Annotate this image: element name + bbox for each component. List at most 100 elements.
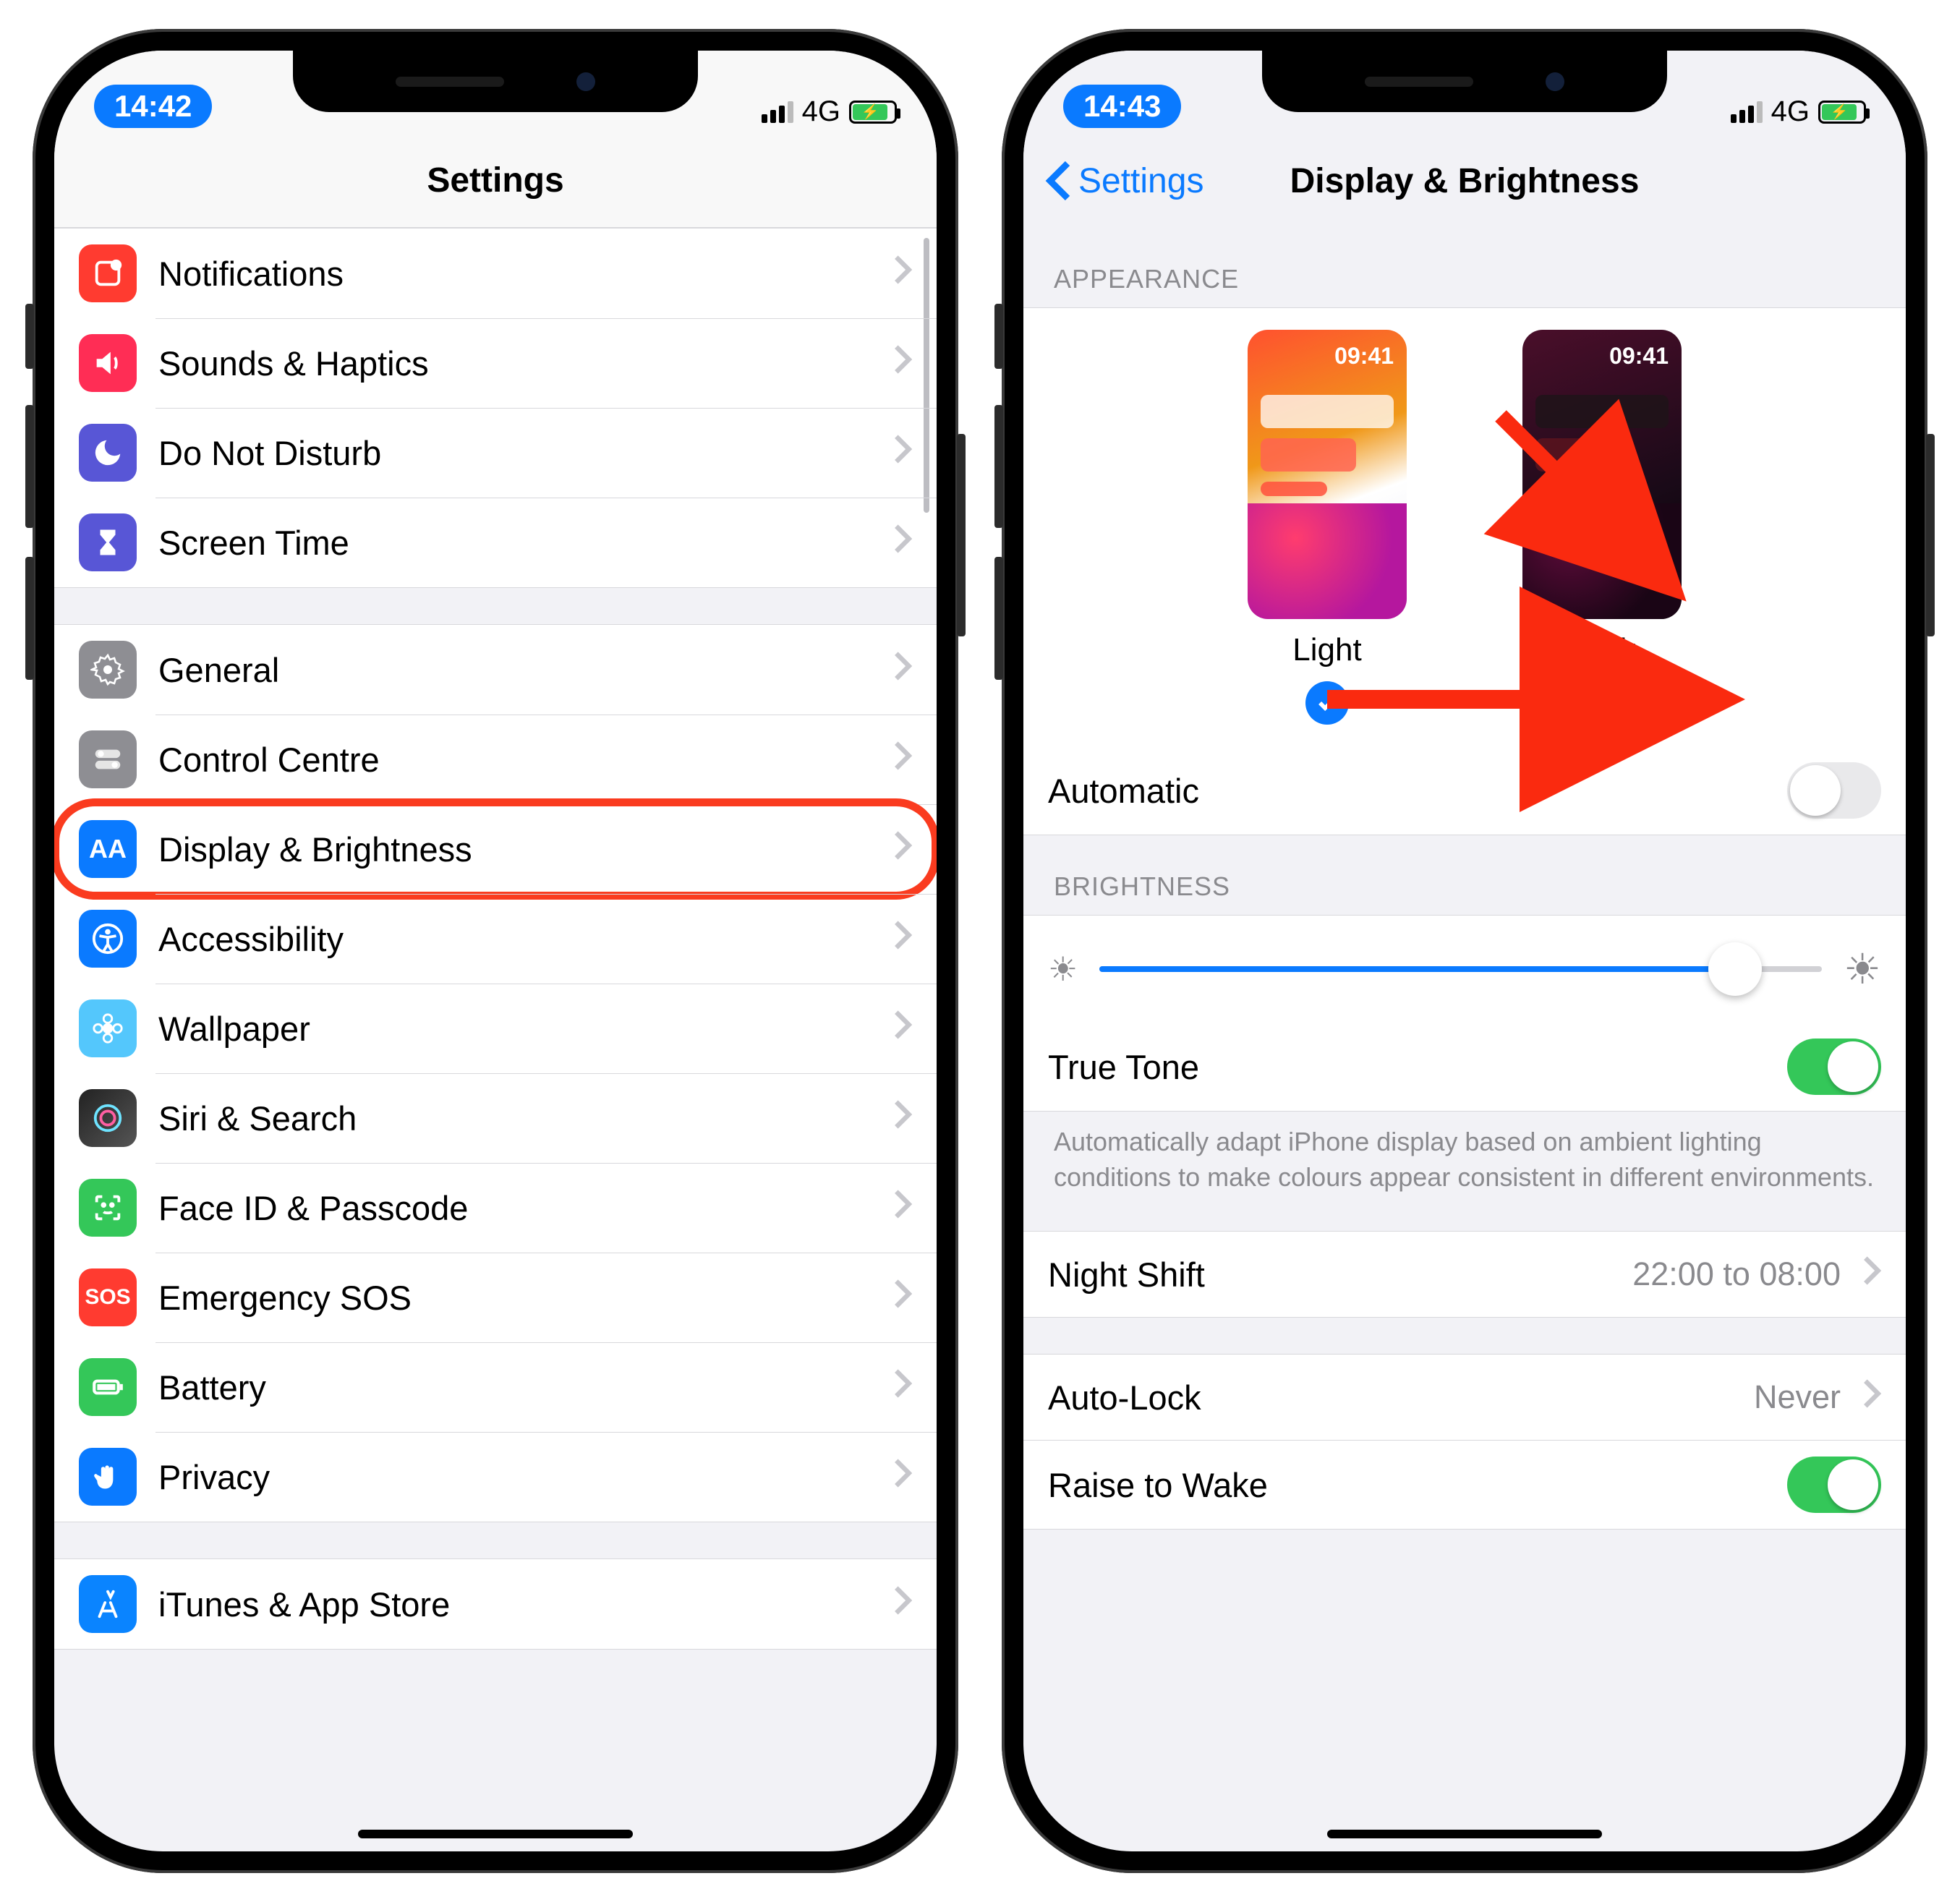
row-privacy[interactable]: Privacy	[54, 1432, 937, 1522]
nav-header: Settings Display & Brightness	[1023, 134, 1906, 228]
status-time: 14:43	[1063, 85, 1181, 128]
chevron-right-icon	[893, 1097, 912, 1139]
chevron-right-icon	[893, 1187, 912, 1229]
row-battery[interactable]: Battery	[54, 1342, 937, 1432]
row-label: Control Centre	[158, 740, 872, 780]
chevron-right-icon	[893, 828, 912, 870]
chevron-right-icon	[1862, 1376, 1881, 1418]
row-label: Emergency SOS	[158, 1278, 872, 1318]
hourglass-icon	[79, 513, 137, 571]
row-sos[interactable]: SOS Emergency SOS	[54, 1253, 937, 1342]
row-label: Night Shift	[1048, 1255, 1611, 1295]
appstore-icon	[79, 1575, 137, 1633]
signal-icon	[762, 101, 793, 123]
phone-screen-left: 14:42 4G ⚡ Settings Notifications	[54, 51, 937, 1851]
truetone-footer: Automatically adapt iPhone display based…	[1023, 1112, 1906, 1195]
row-automatic[interactable]: Automatic	[1023, 746, 1906, 835]
chevron-right-icon	[893, 521, 912, 563]
notifications-icon	[79, 244, 137, 302]
dark-label: Dark	[1569, 632, 1636, 668]
chevron-right-icon	[893, 1456, 912, 1498]
radio-checked-icon[interactable]	[1305, 681, 1349, 725]
appearance-option-light[interactable]: 09:41 Light	[1248, 330, 1407, 725]
row-raisetowake[interactable]: Raise to Wake	[1023, 1440, 1906, 1529]
row-label: iTunes & App Store	[158, 1585, 872, 1624]
row-controlcentre[interactable]: Control Centre	[54, 715, 937, 804]
display-settings[interactable]: APPEARANCE 09:41 Light	[1023, 228, 1906, 1851]
row-faceid[interactable]: Face ID & Passcode	[54, 1163, 937, 1253]
chevron-right-icon	[893, 342, 912, 384]
raisetowake-switch[interactable]	[1787, 1457, 1881, 1513]
row-general[interactable]: General	[54, 625, 937, 715]
sun-large-icon: ☀︎	[1844, 944, 1881, 994]
chevron-right-icon	[893, 432, 912, 474]
switches-icon	[79, 730, 137, 788]
automatic-switch[interactable]	[1787, 762, 1881, 819]
chevron-right-icon	[893, 1007, 912, 1049]
row-notifications[interactable]: Notifications	[54, 229, 937, 318]
page-title: Display & Brightness	[1290, 161, 1640, 201]
row-label: Raise to Wake	[1048, 1465, 1765, 1505]
row-value: Never	[1754, 1378, 1841, 1416]
row-label: Siri & Search	[158, 1099, 872, 1138]
light-preview: 09:41	[1248, 330, 1407, 619]
brightness-slider[interactable]	[1099, 966, 1822, 972]
nav-header: Settings	[54, 134, 937, 228]
settings-list[interactable]: Notifications Sounds & Haptics	[54, 228, 937, 1851]
row-sounds[interactable]: Sounds & Haptics	[54, 318, 937, 408]
back-button[interactable]: Settings	[1045, 159, 1203, 202]
signal-icon	[1731, 101, 1763, 123]
row-label: Battery	[158, 1368, 872, 1407]
row-dnd[interactable]: Do Not Disturb	[54, 408, 937, 498]
home-indicator[interactable]	[358, 1830, 633, 1838]
siri-icon	[79, 1089, 137, 1147]
chevron-right-icon	[893, 738, 912, 780]
row-appstore[interactable]: iTunes & App Store	[54, 1559, 937, 1649]
status-time: 14:42	[94, 85, 212, 128]
row-wallpaper[interactable]: Wallpaper	[54, 984, 937, 1073]
group-header-brightness: BRIGHTNESS	[1023, 871, 1906, 915]
row-label: Privacy	[158, 1457, 872, 1497]
light-label: Light	[1292, 632, 1361, 668]
row-label: Auto-Lock	[1048, 1378, 1732, 1417]
row-truetone[interactable]: True Tone	[1023, 1023, 1906, 1111]
row-label: Do Not Disturb	[158, 433, 872, 473]
row-label: Sounds & Haptics	[158, 344, 872, 383]
chevron-right-icon	[893, 918, 912, 960]
phone-frame-left: 14:42 4G ⚡ Settings Notifications	[33, 29, 958, 1873]
accessibility-icon	[79, 910, 137, 968]
phone-frame-right: 14:43 4G ⚡ Settings Display & Brightness…	[1002, 29, 1927, 1873]
battery-icon: ⚡	[1818, 101, 1866, 124]
radio-unchecked-icon[interactable]	[1580, 681, 1624, 725]
row-siri[interactable]: Siri & Search	[54, 1073, 937, 1163]
chevron-right-icon	[893, 1366, 912, 1408]
faceid-icon	[79, 1179, 137, 1237]
home-indicator[interactable]	[1327, 1830, 1602, 1838]
chevron-right-icon	[893, 649, 912, 691]
brightness-slider-row: ☀︎ ☀︎	[1023, 916, 1906, 1023]
row-autolock[interactable]: Auto-Lock Never	[1023, 1355, 1906, 1440]
row-screentime[interactable]: Screen Time	[54, 498, 937, 587]
sounds-icon	[79, 334, 137, 392]
chevron-right-icon	[1862, 1253, 1881, 1295]
gear-icon	[79, 641, 137, 699]
row-accessibility[interactable]: Accessibility	[54, 894, 937, 984]
battery-icon	[79, 1358, 137, 1416]
chevron-right-icon	[893, 1276, 912, 1318]
appearance-option-dark[interactable]: 09:41 Dark	[1522, 330, 1682, 725]
truetone-switch[interactable]	[1787, 1039, 1881, 1095]
row-label: Face ID & Passcode	[158, 1188, 872, 1228]
row-label: Screen Time	[158, 523, 872, 563]
row-label: True Tone	[1048, 1047, 1765, 1087]
appearance-picker: 09:41 Light 09:41	[1023, 308, 1906, 746]
network-label: 4G	[1771, 95, 1810, 128]
group-header-appearance: APPEARANCE	[1023, 264, 1906, 307]
row-nightshift[interactable]: Night Shift 22:00 to 08:00	[1023, 1232, 1906, 1317]
notch	[293, 51, 698, 112]
row-display[interactable]: AA Display & Brightness	[54, 804, 937, 894]
row-label: Automatic	[1048, 771, 1765, 811]
row-label: General	[158, 650, 872, 690]
chevron-right-icon	[893, 1583, 912, 1625]
chevron-right-icon	[893, 252, 912, 294]
moon-icon	[79, 424, 137, 482]
